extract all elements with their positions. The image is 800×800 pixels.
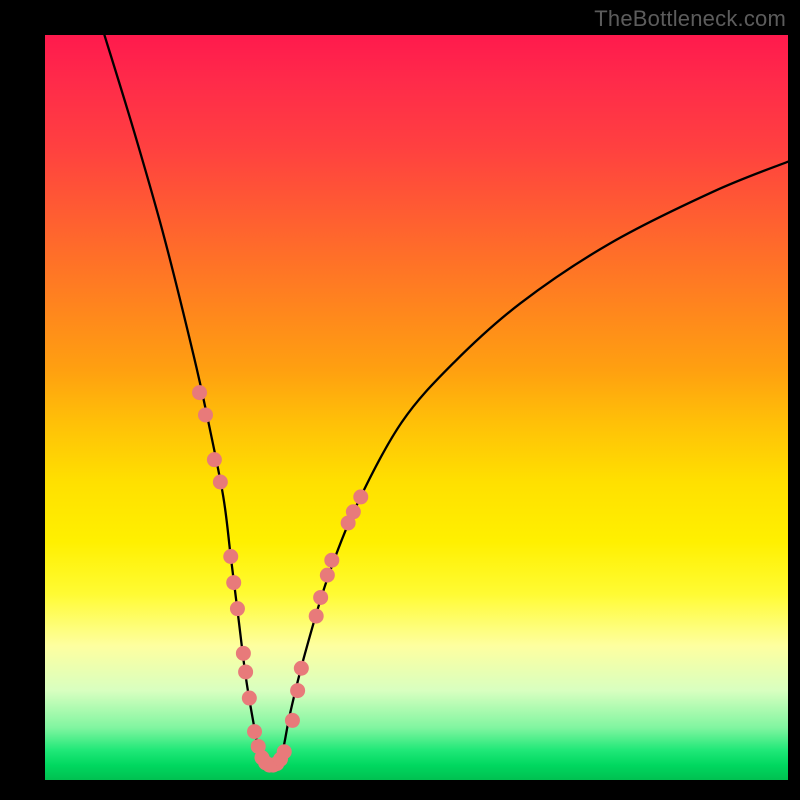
highlight-dot bbox=[324, 553, 339, 568]
highlight-dot bbox=[247, 724, 262, 739]
highlight-dot bbox=[313, 590, 328, 605]
highlight-dot bbox=[242, 691, 257, 706]
highlight-dot bbox=[198, 407, 213, 422]
highlight-dot bbox=[294, 661, 309, 676]
highlight-dot bbox=[226, 575, 241, 590]
highlighted-points bbox=[192, 385, 368, 772]
highlight-dot bbox=[285, 713, 300, 728]
plot-area bbox=[45, 35, 788, 780]
highlight-dot bbox=[309, 609, 324, 624]
highlight-dot bbox=[290, 683, 305, 698]
highlight-dot bbox=[277, 744, 292, 759]
highlight-dot bbox=[207, 452, 222, 467]
highlight-dot bbox=[320, 568, 335, 583]
highlight-dot bbox=[236, 646, 251, 661]
highlight-dot bbox=[223, 549, 238, 564]
highlight-dot bbox=[346, 504, 361, 519]
highlight-dot bbox=[353, 489, 368, 504]
bottleneck-curve bbox=[104, 35, 788, 767]
highlight-dot bbox=[230, 601, 245, 616]
watermark-text: TheBottleneck.com bbox=[594, 6, 786, 32]
chart-frame: TheBottleneck.com bbox=[0, 0, 800, 800]
highlight-dot bbox=[238, 664, 253, 679]
highlight-dot bbox=[192, 385, 207, 400]
highlight-dot bbox=[213, 475, 228, 490]
chart-svg bbox=[45, 35, 788, 780]
